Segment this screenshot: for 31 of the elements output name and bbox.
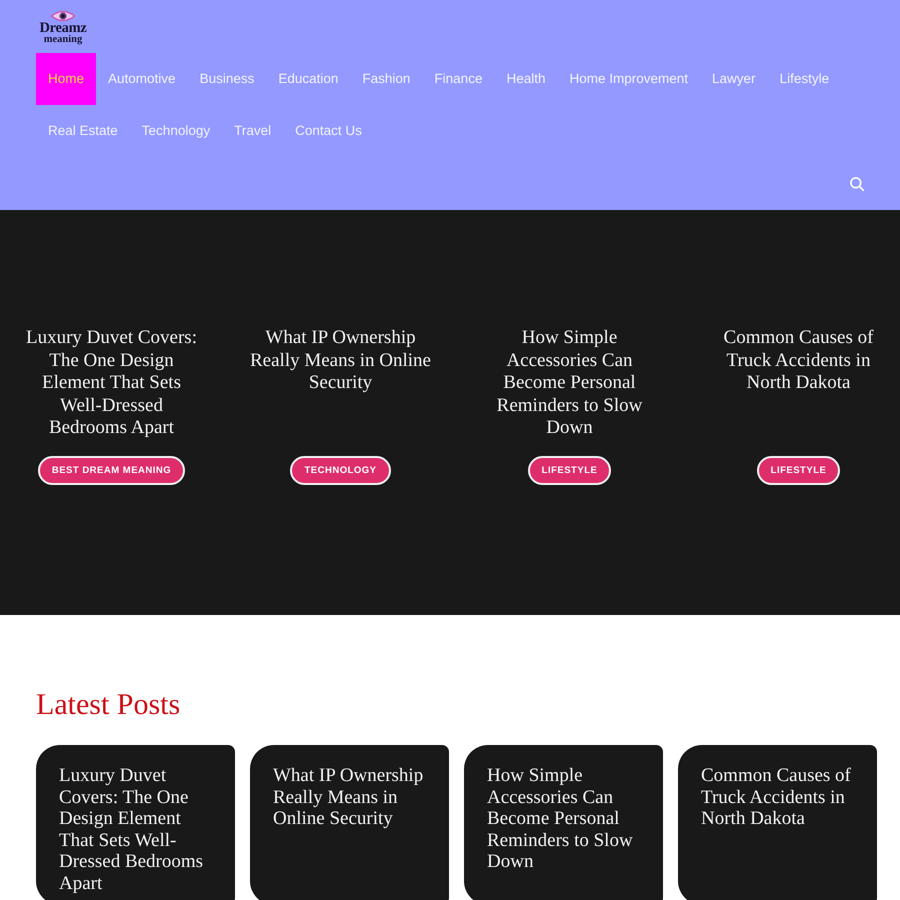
post-title[interactable]: What IP Ownership Really Means in Online Security [248,327,432,440]
category-tag[interactable]: TECHNOLOGY [290,456,391,484]
post-title[interactable]: Luxury Duvet Covers: The One Design Element That Sets Well-Dressed Bedrooms Apart [20,327,204,440]
nav-link[interactable]: Travel [222,105,284,157]
eye-icon [51,10,75,22]
nav-link[interactable]: Fashion [350,53,422,105]
post-title[interactable]: Common Causes of Truck Accidents in North Dakota [706,327,890,440]
nav-link[interactable]: Automotive [96,53,188,105]
nav-link[interactable]: Lifestyle [768,53,842,105]
nav-link[interactable]: Lawyer [700,53,768,105]
logo-subtext: meaning [44,34,82,45]
nav-link[interactable]: Home [36,53,96,105]
search-icon[interactable] [850,176,864,190]
post-title[interactable]: How Simple Accessories Can Become Personal Reminders to Slow Down [478,327,662,440]
nav-link[interactable]: Education [266,53,350,105]
nav-link[interactable]: Contact Us [283,105,374,157]
nav-link[interactable]: Health [494,53,558,105]
nav-link[interactable]: Real Estate [36,105,130,157]
category-tag[interactable]: BEST DREAM MEANING [38,456,186,484]
logo-text: Dreamz [39,22,87,34]
nav-link[interactable]: Business [188,53,266,105]
nav-link[interactable]: Technology [130,105,222,157]
post-title[interactable]: Common Causes of Truck Accidents in North Dakota [701,765,854,830]
post-title[interactable]: Luxury Duvet Covers: The One Design Element That Sets Well-Dressed Bedrooms Apart [59,765,212,894]
nav-link[interactable]: Finance [422,53,494,105]
section-heading: Latest Posts [36,687,180,723]
category-tag[interactable]: LIFESTYLE [528,456,612,484]
post-title[interactable]: What IP Ownership Really Means in Online Security [273,765,426,830]
post-title[interactable]: How Simple Accessories Can Become Personal Reminders to Slow Down [487,765,640,872]
category-tag[interactable]: LIFESTYLE [756,456,840,484]
nav-link[interactable]: Home Improvement [557,53,700,105]
